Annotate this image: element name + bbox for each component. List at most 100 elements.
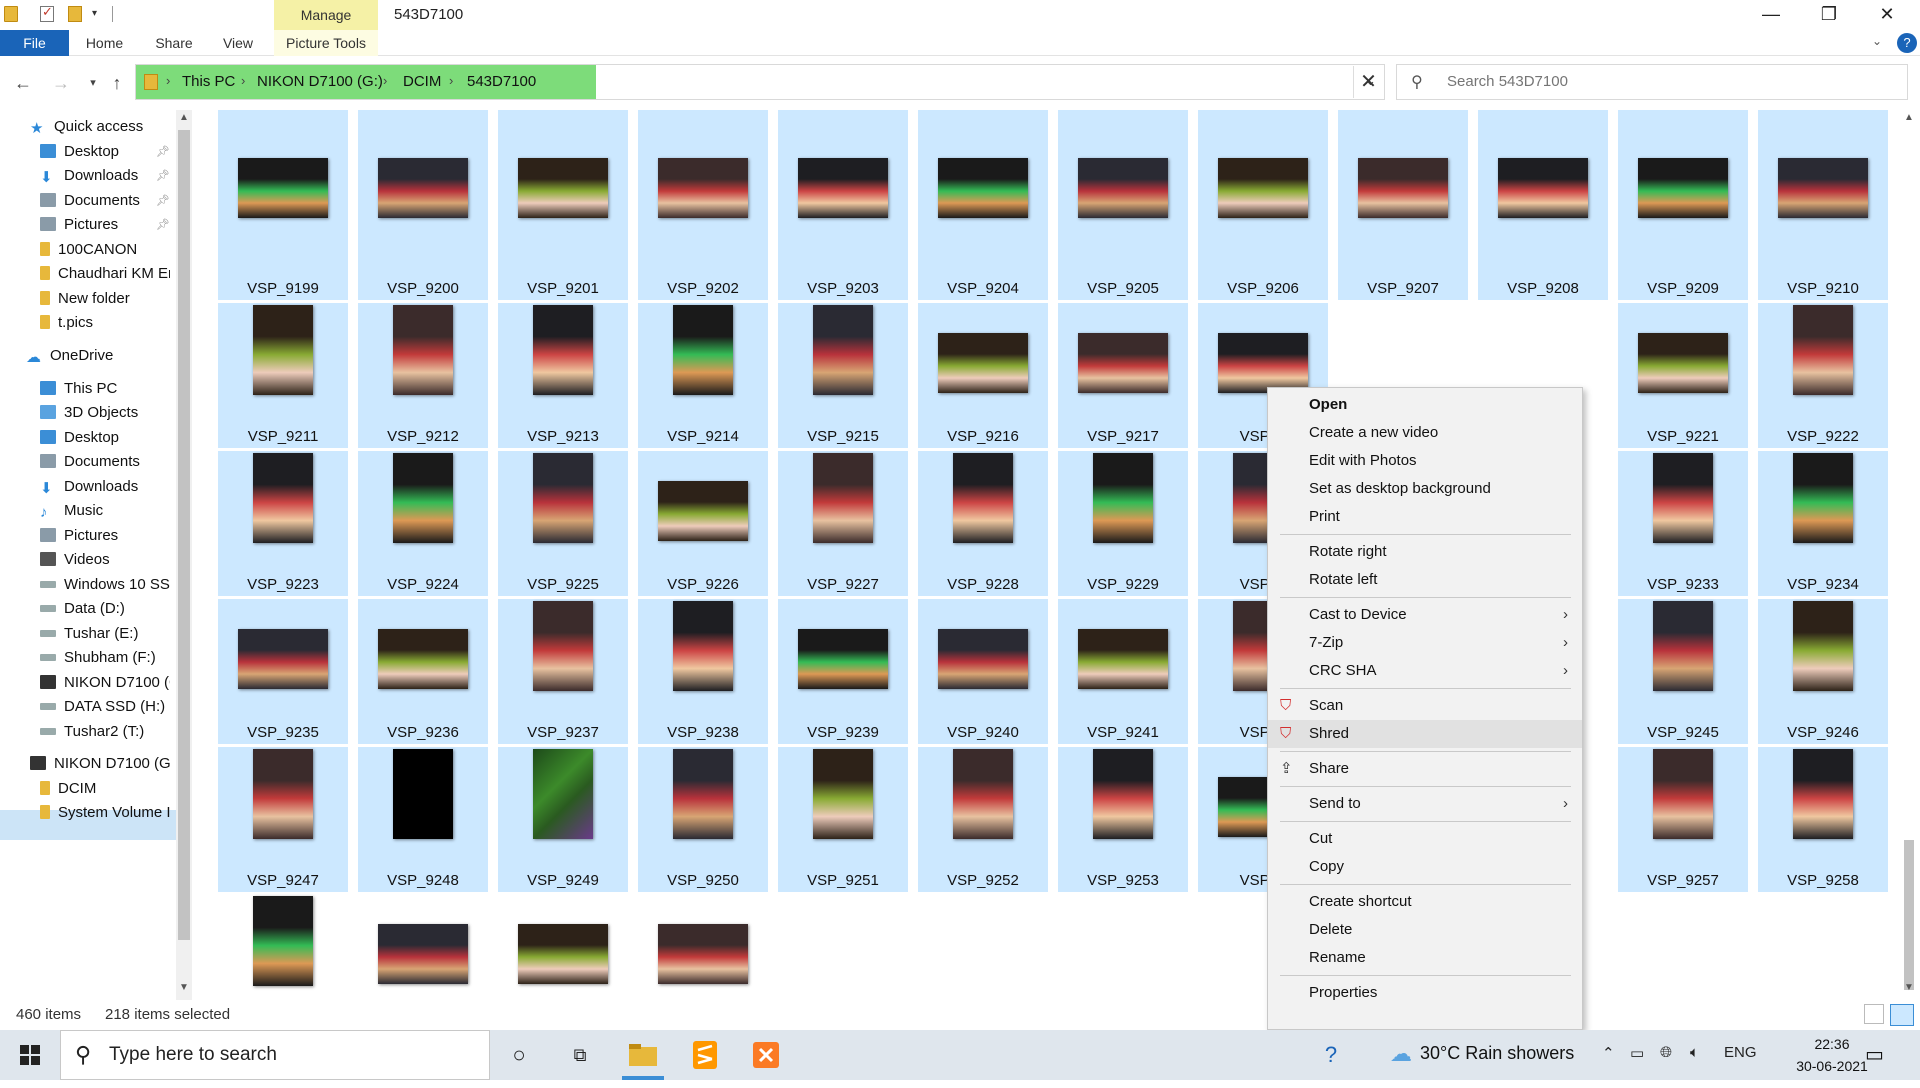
properties-icon[interactable] [40, 4, 54, 22]
file-tile[interactable]: VSP_9236 [358, 599, 488, 744]
menu-item-create-shortcut[interactable]: Create shortcut [1268, 888, 1582, 916]
file-tile[interactable]: VSP_9209 [1618, 155, 1748, 300]
recent-locations-icon[interactable]: ▾ [80, 66, 106, 100]
menu-item-scan[interactable]: ⛉ Scan [1268, 692, 1582, 720]
sidebar-item[interactable]: ♪ Music [40, 497, 170, 525]
menu-item-7-zip[interactable]: 7-Zip › [1268, 629, 1582, 657]
file-tile[interactable]: VSP_9234 [1758, 451, 1888, 596]
sidebar-item[interactable]: Pictures [40, 211, 170, 239]
menu-item-copy[interactable]: Copy [1268, 853, 1582, 881]
tab-home[interactable]: Home [82, 30, 127, 56]
file-tile[interactable]: VSP_9221 [1618, 303, 1748, 448]
taskbar-search[interactable]: ⚲ Type here to search [60, 1030, 490, 1080]
file-tile[interactable]: VSP_9259 [218, 894, 348, 1000]
file-tile[interactable]: VSP_9206 [1198, 155, 1328, 300]
customize-quick-access-icon[interactable]: ▾ [92, 8, 102, 24]
file-tile[interactable]: VSP_9260 [358, 894, 488, 1000]
breadcrumb-dcim[interactable]: DCIM [403, 73, 441, 90]
tab-file[interactable]: File [0, 30, 69, 56]
breadcrumb-this-pc[interactable]: This PC [182, 73, 235, 90]
tab-view[interactable]: View [218, 30, 258, 56]
sidebar-item[interactable]: ⬇ Downloads [40, 162, 170, 190]
chevron-right-icon[interactable]: › [383, 73, 387, 88]
up-arrow-icon[interactable]: ↑ [104, 66, 130, 100]
scroll-up-icon[interactable]: ▲ [1904, 112, 1914, 123]
file-tile[interactable]: VSP_9246 [1758, 599, 1888, 744]
tab-share[interactable]: Share [151, 30, 197, 56]
file-tile[interactable]: VSP_9238 [638, 599, 768, 744]
language-indicator[interactable]: ENG [1724, 1044, 1757, 1061]
file-tile[interactable]: VSP_9226 [638, 451, 768, 596]
file-tile[interactable]: VSP_9212 [358, 303, 488, 448]
menu-item-edit-with-photos[interactable]: Edit with Photos [1268, 447, 1582, 475]
file-tile[interactable]: VSP_9262 [638, 894, 768, 1000]
scroll-down-icon[interactable]: ▼ [179, 982, 189, 993]
task-view-icon[interactable]: ⧉ [555, 1030, 605, 1080]
file-tile[interactable]: VSP_9204 [918, 155, 1048, 300]
file-tile[interactable]: VSP_9216 [918, 303, 1048, 448]
menu-item-cut[interactable]: Cut [1268, 825, 1582, 853]
new-folder-icon[interactable] [68, 6, 82, 22]
battery-icon[interactable]: ▭ [1630, 1044, 1644, 1062]
file-tile[interactable]: VSP_9208 [1478, 155, 1608, 300]
menu-item-open[interactable]: Open [1268, 391, 1582, 419]
windows-start-icon[interactable] [0, 1030, 60, 1080]
breadcrumb-drive[interactable]: NIKON D7100 (G:) [257, 73, 383, 90]
details-view-icon[interactable] [1864, 1004, 1884, 1024]
sublime-text-icon[interactable] [680, 1030, 730, 1080]
sidebar-item[interactable]: Shubham (F:) [40, 644, 170, 672]
menu-item-properties[interactable]: Properties [1268, 979, 1582, 1007]
search-box[interactable]: ⚲ [1396, 64, 1908, 100]
weather-icon[interactable]: ☁ [1390, 1041, 1412, 1067]
file-tile[interactable]: VSP_9222 [1758, 303, 1888, 448]
file-tile[interactable]: VSP_9240 [918, 599, 1048, 744]
file-tile[interactable]: VSP_9257 [1618, 747, 1748, 892]
cortana-icon[interactable]: ○ [494, 1030, 544, 1080]
network-icon[interactable]: 🌐︎ [1660, 1044, 1672, 1061]
tab-manage[interactable]: Manage [274, 0, 378, 30]
forward-arrow-icon[interactable]: → [48, 66, 74, 100]
search-input[interactable] [1447, 73, 1887, 90]
file-tile[interactable]: VSP_9207 [1338, 155, 1468, 300]
menu-item-share[interactable]: ⇪ Share [1268, 755, 1582, 783]
file-tile[interactable]: VSP_9261 [498, 894, 628, 1000]
sidebar-item[interactable]: ★ Quick access [30, 113, 170, 141]
file-tile[interactable]: VSP_9210 [1758, 155, 1888, 300]
file-tile[interactable]: VSP_9245 [1618, 599, 1748, 744]
file-explorer-icon[interactable] [618, 1030, 668, 1080]
sidebar-item[interactable]: Documents [40, 448, 170, 476]
scroll-up-icon[interactable]: ▲ [179, 112, 189, 123]
chevron-right-icon[interactable]: › [166, 73, 170, 88]
menu-item-crc-sha[interactable]: CRC SHA › [1268, 657, 1582, 685]
sidebar-scrollbar-thumb[interactable] [178, 130, 190, 940]
folder-icon[interactable] [4, 6, 18, 22]
file-tile[interactable]: VSP_9217 [1058, 303, 1188, 448]
large-icons-view-icon[interactable] [1890, 1004, 1914, 1026]
file-tile[interactable]: VSP_9205 [1058, 155, 1188, 300]
menu-item-rotate-left[interactable]: Rotate left [1268, 566, 1582, 594]
file-tile[interactable]: VSP_9251 [778, 747, 908, 892]
file-tile[interactable]: VSP_9223 [218, 451, 348, 596]
file-tile[interactable]: VSP_9215 [778, 303, 908, 448]
file-tile[interactable]: VSP_9248 [358, 747, 488, 892]
file-tile[interactable]: VSP_9253 [1058, 747, 1188, 892]
sidebar-item[interactable]: t.pics [40, 309, 170, 337]
menu-item-cast-to-device[interactable]: Cast to Device › [1268, 601, 1582, 629]
clock[interactable]: 22:36 30-06-2021 [1792, 1033, 1872, 1077]
xampp-icon[interactable] [741, 1030, 791, 1080]
chevron-right-icon[interactable]: › [449, 73, 453, 88]
sidebar-item[interactable]: Videos [40, 546, 170, 574]
menu-item-rename[interactable]: Rename [1268, 944, 1582, 972]
notification-icon[interactable]: ▭ [1865, 1042, 1884, 1067]
chevron-down-icon[interactable]: ⌄ [1872, 34, 1882, 48]
sidebar-item[interactable]: System Volume I [40, 799, 170, 827]
file-tile[interactable]: VSP_9214 [638, 303, 768, 448]
menu-item-create-a-new-video[interactable]: Create a new video [1268, 419, 1582, 447]
main-scrollbar-thumb[interactable] [1904, 840, 1914, 990]
sidebar-item[interactable]: Tushar2 (T:) [40, 718, 170, 746]
file-tile[interactable]: VSP_9199 [218, 155, 348, 300]
restore-icon[interactable]: ❐ [1800, 0, 1858, 30]
menu-item-shred[interactable]: ⛉ Shred [1268, 720, 1582, 748]
file-tile[interactable]: VSP_9202 [638, 155, 768, 300]
help-icon[interactable]: ? [1897, 33, 1917, 53]
